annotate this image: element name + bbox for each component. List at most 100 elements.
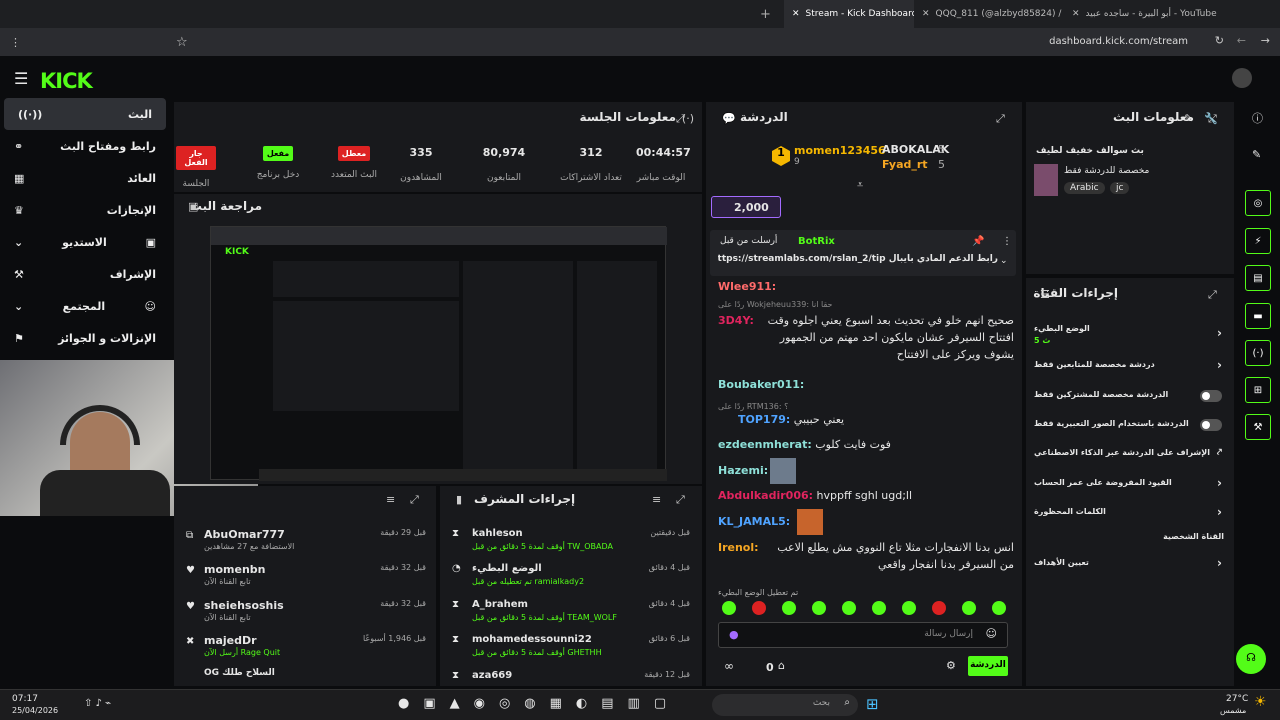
menu-dots-icon[interactable]: ⋮ xyxy=(1002,236,1012,247)
panel-title: إجراءات المشرف xyxy=(474,492,576,506)
system-tray-icons[interactable]: ⇧ ♪ ⌁ xyxy=(84,698,111,709)
support-headset-icon[interactable]: ☊ xyxy=(1236,644,1266,674)
info-icon[interactable]: ⓘ xyxy=(1252,110,1263,126)
sidebar-item-drops[interactable]: الإنزالات و الجوائز ⚑ xyxy=(0,322,170,354)
stream-preview-video[interactable]: KICK xyxy=(210,226,667,481)
tag[interactable]: jc xyxy=(1110,182,1130,194)
external-link-icon: ⤤ xyxy=(1216,448,1222,458)
emote-1[interactable] xyxy=(722,601,736,615)
channel-action-goals[interactable]: تعيين الأهداف › xyxy=(1034,556,1226,570)
close-icon[interactable]: ✕ xyxy=(1072,9,1080,19)
channel-action-followers-only[interactable]: دردشة مخصصة للمتابعين فقط › xyxy=(1034,358,1226,372)
tab-youtube[interactable]: ✕ أبو البيرة - ساجده عبيد - YouTube xyxy=(1064,0,1254,28)
rail-button-wrench[interactable]: ⚒ xyxy=(1245,414,1271,440)
chat-username[interactable]: Boubaker011: xyxy=(718,378,804,391)
weather-sun-icon: ☀ xyxy=(1254,694,1267,710)
emote-6[interactable] xyxy=(872,601,886,615)
pinned-message[interactable]: ⋮ 📌 BotRix أرسلت من قبل رابط الدعم الماد… xyxy=(710,230,1016,276)
kick-mic-icon[interactable]: ● xyxy=(729,628,739,641)
emote-10[interactable] xyxy=(992,601,1006,615)
nav-label: رابط ومفتاح البث xyxy=(60,139,156,153)
reload-icon[interactable]: ↻ xyxy=(1215,34,1224,47)
chevron-down-icon[interactable]: ⌄ xyxy=(1000,256,1008,266)
emote-3[interactable] xyxy=(782,601,796,615)
channel-action-subscribers-only[interactable]: الدردشة مخصصة للمشتركين فقط xyxy=(1034,390,1226,399)
gift-icon[interactable]: ⌂ xyxy=(778,659,785,672)
rail-button-notes[interactable]: ▤ xyxy=(1245,265,1271,291)
new-tab-icon[interactable]: + xyxy=(760,7,784,22)
chat-username[interactable]: KL_JAMAL5: xyxy=(718,515,790,528)
chat-username[interactable]: TOP179: xyxy=(738,413,790,426)
channel-action-ai-moderation[interactable]: الإشراف على الدردشة عبر الذكاء الاصطناعي… xyxy=(1034,448,1226,458)
forward-icon[interactable]: → xyxy=(1261,34,1270,47)
close-icon[interactable]: ✕ xyxy=(922,9,930,19)
chat-input[interactable]: ● إرسال رسالة ☺ xyxy=(718,622,1008,648)
sidebar-item-stream[interactable]: البث ((·)) xyxy=(4,98,166,130)
chat-username[interactable]: Wlee911: xyxy=(718,280,776,293)
taskbar-app-icons[interactable]: ●▣▲◉◎◍▦◐▤▥▢ xyxy=(398,696,680,711)
kicks-badge[interactable]: 2,000 xyxy=(711,196,781,218)
send-chat-button[interactable]: الدردشة xyxy=(968,656,1008,676)
chat-sticker-image xyxy=(797,509,823,535)
gear-icon[interactable]: ⚙ xyxy=(946,659,956,672)
sidebar-item-achievements[interactable]: الإنجازات ♛ xyxy=(0,194,170,226)
expand-icon[interactable]: ⤢ xyxy=(410,493,419,507)
emote-4[interactable] xyxy=(812,601,826,615)
emote-8[interactable] xyxy=(932,601,946,615)
kick-logo[interactable]: KICK xyxy=(40,69,93,93)
rail-button-camera[interactable]: ◎ xyxy=(1245,190,1271,216)
tag[interactable]: Arabic xyxy=(1064,182,1105,194)
sidebar-item-moderation[interactable]: الإشراف ⚒ xyxy=(0,258,170,290)
channel-action-slow-mode[interactable]: الوضع البطيء 5 ث › xyxy=(1034,324,1226,350)
sidebar-item-community[interactable]: ☺ المجتمع ⌄ xyxy=(0,290,170,322)
filter-icon[interactable]: ≡ xyxy=(386,493,395,506)
subscribers-only-toggle[interactable] xyxy=(1200,390,1222,402)
menu-dots-icon[interactable]: ⋮ xyxy=(10,36,21,49)
infinity-icon[interactable]: ∞ xyxy=(724,659,734,673)
clock-time: 07:17 xyxy=(12,694,38,704)
channel-action-account-age[interactable]: القيود المفروضة على عمر الحساب › xyxy=(1034,476,1226,490)
channel-action-banned-words[interactable]: الكلمات المحظورة › xyxy=(1034,505,1226,519)
tab-kick-dashboard[interactable]: ✕ Stream - Kick Dashboard xyxy=(784,0,914,28)
rail-button-flash[interactable]: ⚡ xyxy=(1245,228,1271,254)
channel-action-emote-only[interactable]: الدردشة باستخدام الصور التعبيرية فقط xyxy=(1034,419,1226,428)
rail-button-grid[interactable]: ⊞ xyxy=(1245,377,1271,403)
action-sub: 5 ث xyxy=(1034,336,1051,345)
filter-icon[interactable]: ≡ xyxy=(652,493,661,506)
expand-icon[interactable]: ⤢ xyxy=(996,112,1005,126)
collapse-icon[interactable]: ⩡ xyxy=(857,178,863,192)
chat-username[interactable]: ezdeenmherat: xyxy=(718,438,812,451)
url-text[interactable]: dashboard.kick.com/stream xyxy=(1049,36,1188,47)
taskbar-search[interactable]: بحث ⌕ xyxy=(712,694,858,716)
back-icon[interactable]: ← xyxy=(1237,34,1246,47)
timeout-icon: ⧗ xyxy=(452,528,460,539)
chat-username[interactable]: Abdulkadir006: xyxy=(718,489,813,502)
rail-button-broadcast[interactable]: (·) xyxy=(1245,340,1271,366)
emote-2[interactable] xyxy=(752,601,766,615)
avatar[interactable] xyxy=(1232,68,1252,88)
rail-button-chat[interactable]: ▬ xyxy=(1245,303,1271,329)
emote-9[interactable] xyxy=(962,601,976,615)
emote-7[interactable] xyxy=(902,601,916,615)
expand-icon[interactable]: ⤢ xyxy=(1208,288,1217,302)
chat-username[interactable]: 3D4Y: xyxy=(718,314,754,327)
chat-username[interactable]: Hazemi: xyxy=(718,464,768,477)
chat-username[interactable]: Irenol: xyxy=(718,541,759,554)
edit-icon[interactable]: ✎ xyxy=(1252,148,1261,161)
hamburger-icon[interactable]: ☰ xyxy=(14,69,28,88)
windows-start-icon[interactable]: ⊞ xyxy=(866,695,879,713)
close-icon[interactable]: ✕ xyxy=(792,9,800,19)
tab-x[interactable]: ✕ QQQ_811 (@alzbyd85824) / X xyxy=(914,0,1064,28)
mod-action-time: قبل 12 دقيقة xyxy=(644,670,690,679)
sidebar-item-revenue[interactable]: العائد ▦ xyxy=(0,162,170,194)
bookmark-star-icon[interactable]: ☆ xyxy=(176,35,188,50)
sidebar-item-stream-key[interactable]: رابط ومفتاح البث ⚭ xyxy=(0,130,170,162)
sidebar-item-studio[interactable]: ▣ الاستديو ⌄ xyxy=(0,226,170,258)
emote-5[interactable] xyxy=(842,601,856,615)
emoji-icon[interactable]: ☺ xyxy=(986,627,997,640)
expand-icon[interactable]: ⤢ xyxy=(676,493,685,507)
timeout-icon: ⧗ xyxy=(452,670,460,681)
mod-action-detail: أوقف لمدة 5 دقائق من قبل GHETHH xyxy=(472,648,602,657)
heart-icon: ♥ xyxy=(186,565,195,576)
emote-only-toggle[interactable] xyxy=(1200,419,1222,431)
